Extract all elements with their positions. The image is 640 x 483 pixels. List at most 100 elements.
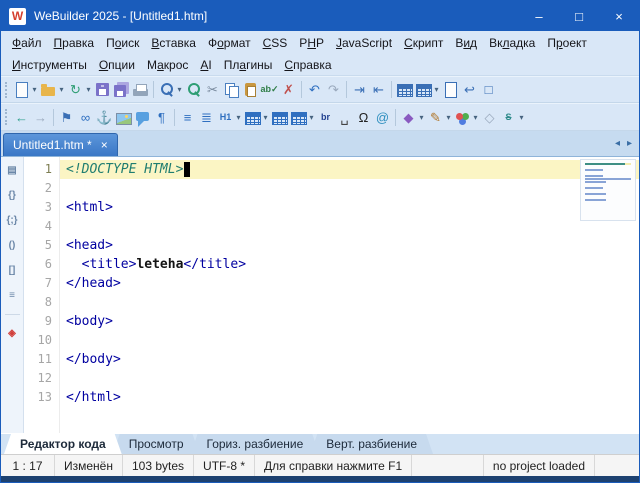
anchor-button[interactable]: ⚓ [95, 106, 114, 128]
tab-scroll-left-button[interactable]: ◂ [615, 138, 620, 149]
menu-project[interactable]: Проект [541, 34, 593, 52]
bookmark-button[interactable]: ⚑ [57, 106, 76, 128]
code-templates-panel-button[interactable]: {;} [3, 212, 22, 229]
toolbar-separator [391, 81, 392, 98]
insert-comment-button[interactable] [133, 106, 152, 128]
copy-button[interactable] [222, 79, 241, 101]
undo-button[interactable]: ↶ [305, 79, 324, 101]
save-button[interactable] [93, 79, 112, 101]
paste-button[interactable] [241, 79, 260, 101]
indent-button[interactable]: ⇥ [350, 79, 369, 101]
menu-edit[interactable]: Правка [48, 34, 101, 52]
minimap-line [585, 166, 631, 168]
non-breaking-space-button[interactable]: ␣ [335, 106, 354, 128]
dropdown-arrow-icon: ▾ [419, 112, 424, 122]
new-document-button[interactable]: ▾ [12, 79, 39, 101]
close-button[interactable]: × [599, 1, 639, 31]
tab-scroll-right-button[interactable]: ▸ [627, 138, 632, 149]
parens-panel-button[interactable]: () [3, 237, 22, 254]
menu-plugins[interactable]: Плагины [218, 56, 279, 74]
cursor-position: 1 : 17 [1, 455, 55, 476]
paste-icon [242, 81, 259, 98]
menu-tab[interactable]: Вкладка [483, 34, 541, 52]
find-button[interactable]: ▾ [157, 79, 184, 101]
menu-help[interactable]: Справка [278, 56, 337, 74]
maximize-button[interactable]: □ [559, 1, 599, 31]
menu-macros[interactable]: Макрос [141, 56, 194, 74]
outdent-button[interactable]: ⇤ [369, 79, 388, 101]
toolbar-separator [301, 81, 302, 98]
dropdown-arrow-icon: ▾ [434, 85, 439, 94]
minimap[interactable] [580, 159, 636, 221]
word-wrap-button[interactable]: ↩ [460, 79, 479, 101]
color-picker-button[interactable]: ▾ [453, 106, 480, 128]
unordered-list-button[interactable]: ≡ [178, 106, 197, 128]
tab-close-button[interactable]: × [101, 139, 108, 151]
heading-1-button[interactable]: H1 ▾ [216, 106, 243, 128]
code-explorer-button[interactable] [395, 79, 414, 101]
ordered-list-button[interactable]: ≣ [197, 106, 216, 128]
navigate-forward-button[interactable]: → [31, 106, 50, 128]
paragraph-button[interactable]: ¶ [152, 106, 171, 128]
open-file-button[interactable]: ▾ [39, 79, 66, 101]
document-structure-panel-button[interactable]: ≡ [3, 287, 22, 304]
code-snippets-button[interactable] [441, 79, 460, 101]
menu-javascript[interactable]: JavaScript [330, 34, 398, 52]
print-button[interactable] [131, 79, 150, 101]
menu-php[interactable]: PHP [293, 34, 330, 52]
clipboard-panel-button[interactable]: ▤ [3, 162, 22, 179]
line-number-gutter[interactable]: 1 2 3 4 5 6 7 8 9 10 11 12 13 [24, 157, 60, 433]
view-tab-preview[interactable]: Просмотр [113, 434, 200, 454]
view-tab-horizontal-split[interactable]: Гориз. разбиение [191, 434, 320, 454]
delete-button[interactable]: ✗ [279, 79, 298, 101]
cut-button[interactable]: ✂ [203, 79, 222, 101]
menu-view[interactable]: Вид [449, 34, 483, 52]
find-replace-button[interactable] [184, 79, 203, 101]
menu-tools[interactable]: Инструменты [6, 56, 93, 74]
fullscreen-button[interactable]: □ [479, 79, 498, 101]
menu-options[interactable]: Опции [93, 56, 141, 74]
line-number: 12 [37, 371, 52, 385]
code-editor[interactable]: <!DOCTYPE HTML> <html> <head> <title>leteh… [60, 157, 639, 433]
code-snippets-panel-button[interactable]: {} [3, 187, 22, 204]
insert-div-button[interactable]: ▾ [289, 106, 316, 128]
menu-css[interactable]: CSS [257, 34, 294, 52]
brackets-panel-button[interactable]: [] [3, 262, 22, 279]
minimize-button[interactable]: – [519, 1, 559, 31]
line-break-button[interactable]: br [316, 106, 335, 128]
document-tab-bar: Untitled1.htm * × ◂ ▸ [1, 131, 639, 157]
document-tab-untitled1[interactable]: Untitled1.htm * × [3, 133, 118, 156]
email-link-button[interactable]: @ [373, 106, 392, 128]
view-tab-vertical-split[interactable]: Верт. разбиение [310, 434, 433, 454]
hyperlink-button[interactable]: ∞ [76, 106, 95, 128]
menu-file[interactable]: Файл [6, 34, 48, 52]
insert-image-button[interactable] [114, 106, 133, 128]
file-browser-button[interactable]: ▾ [414, 79, 441, 101]
insert-table-button[interactable]: ▾ [243, 106, 270, 128]
spell-check-button[interactable]: ab✓ [260, 79, 279, 101]
app-icon[interactable]: W [9, 7, 26, 25]
menu-search[interactable]: Поиск [100, 34, 145, 52]
redo-button[interactable]: ↷ [324, 79, 343, 101]
view-tab-code-editor[interactable]: Редактор кода [4, 434, 122, 454]
save-all-button[interactable] [112, 79, 131, 101]
menu-script[interactable]: Скрипт [398, 34, 449, 52]
html-validator-panel-button[interactable]: ◈ [3, 325, 22, 342]
insert-frame-button[interactable] [270, 106, 289, 128]
special-character-button[interactable]: Ω [354, 106, 373, 128]
highlighter-button[interactable]: ✎ ▾ [426, 106, 453, 128]
navigate-back-button[interactable]: ← [12, 106, 31, 128]
file-size: 103 bytes [123, 455, 195, 476]
toolbar-separator [174, 108, 175, 126]
quick-color-button[interactable]: ◆ ▾ [399, 106, 426, 128]
reopen-file-button[interactable]: ↻ ▾ [66, 79, 93, 101]
code-cleaner-button[interactable]: ◇ [480, 106, 499, 128]
dropdown-arrow-icon: ▾ [263, 112, 268, 122]
code-segment: leteha [136, 257, 184, 272]
menu-format[interactable]: Формат [202, 34, 257, 52]
encoding-status: UTF-8 * [194, 455, 256, 476]
highlighter-icon: ✎ [430, 109, 441, 125]
strikethrough-button[interactable]: S ▾ [499, 106, 526, 128]
menu-ai[interactable]: AI [194, 56, 217, 74]
menu-insert[interactable]: Вставка [145, 34, 202, 52]
